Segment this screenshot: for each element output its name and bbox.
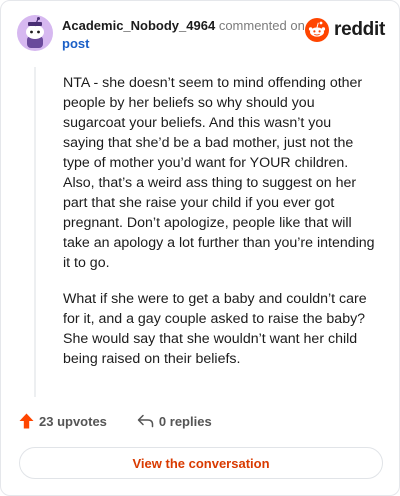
- comment-body: NTA - she doesn’t seem to mind offending…: [63, 73, 375, 385]
- username-link[interactable]: Academic_Nobody_4964: [62, 18, 215, 33]
- snoo-avatar-icon: [17, 15, 53, 51]
- thread-line[interactable]: [34, 67, 36, 397]
- reddit-wordmark: reddit: [334, 19, 385, 40]
- comment-footer: 23 upvotes 0 replies: [19, 413, 212, 429]
- commented-on-text: commented on: [218, 18, 305, 33]
- upvote-count: 23 upvotes: [39, 413, 107, 429]
- replies-button[interactable]: 0 replies: [137, 414, 212, 429]
- comment-paragraph: What if she were to get a baby and could…: [63, 291, 367, 367]
- comment-header: Academic_Nobody_4964 commented on post r…: [17, 15, 385, 55]
- comment-card: Academic_Nobody_4964 commented on post r…: [0, 0, 400, 496]
- comment-meta: Academic_Nobody_4964 commented on post: [62, 17, 312, 53]
- upvote-arrow-icon: [19, 413, 34, 429]
- post-link[interactable]: post: [62, 36, 89, 51]
- avatar[interactable]: [17, 15, 53, 51]
- reddit-logo[interactable]: reddit: [305, 18, 385, 42]
- upvote-button[interactable]: 23 upvotes: [19, 413, 107, 429]
- reddit-logo-icon: [305, 18, 330, 42]
- comment-paragraph: NTA - she doesn’t seem to mind offending…: [63, 75, 375, 271]
- reply-arrow-icon: [137, 414, 154, 428]
- view-conversation-button[interactable]: View the conversation: [19, 447, 383, 479]
- replies-count: 0 replies: [158, 413, 212, 429]
